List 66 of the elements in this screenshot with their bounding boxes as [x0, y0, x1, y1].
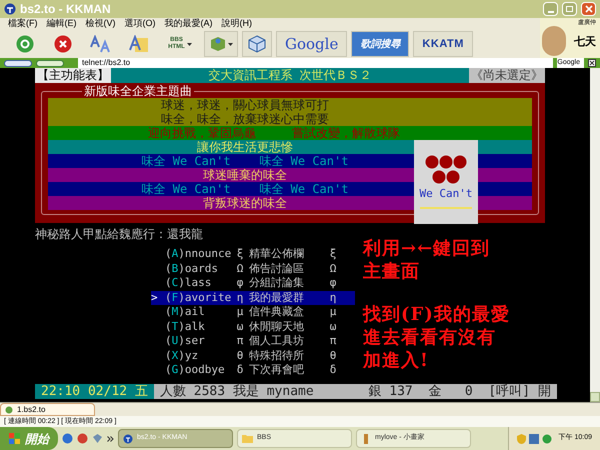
package-button[interactable]	[204, 31, 238, 57]
dots-logo-icon	[425, 155, 467, 185]
menu-option[interactable]: (T)alk ω 休閒聊天地 ω	[151, 320, 355, 334]
annotation-text: 利用→←鍵回到	[363, 237, 492, 260]
box-icon	[248, 35, 266, 53]
font-style-icon	[129, 35, 149, 53]
stop-icon	[54, 35, 72, 53]
menu-option[interactable]: (M)ail μ 信件典藏盒 μ	[151, 305, 355, 320]
connection-icon	[5, 406, 13, 414]
menu-item[interactable]: 編輯(E)	[46, 17, 76, 31]
status-info: 人數 2583 我是 myname 銀 137 金 0 [呼叫] 開	[154, 384, 557, 398]
google-button[interactable]: Google	[276, 31, 348, 57]
nav-button[interactable]	[36, 60, 64, 66]
app-tray-icon[interactable]	[542, 434, 552, 444]
minimize-button[interactable]	[543, 2, 558, 16]
cube-icon	[210, 36, 226, 52]
annotation-text: 加進入!	[363, 349, 430, 372]
annotation-text: 找到(F)我的最愛	[363, 303, 511, 326]
header-label: 《尚未選定》	[469, 68, 545, 83]
menu-option[interactable]: (U)ser π 個人工具坊 π	[151, 334, 355, 348]
box-button[interactable]	[242, 31, 272, 57]
brush-icon	[361, 434, 371, 444]
caret-icon	[186, 42, 192, 46]
close-button[interactable]	[581, 2, 596, 16]
app-icon	[123, 434, 133, 444]
nav-button[interactable]	[4, 60, 32, 66]
window-title: bs2.to - KKMAN	[20, 1, 111, 18]
browser-icon[interactable]	[62, 433, 73, 444]
avatar-placeholder	[542, 26, 566, 56]
annotation-text: 進去看看有沒有	[363, 326, 497, 349]
menu-item[interactable]: 說明(H)	[222, 17, 252, 31]
menu-item[interactable]: 檢視(V)	[86, 17, 116, 31]
menu-option[interactable]: (C)lass φ 分組討論集 φ	[151, 276, 355, 290]
media-icon[interactable]	[77, 433, 88, 444]
close-icon	[584, 5, 592, 13]
profile-caption: 七天	[574, 34, 596, 50]
notice-line: 神秘路人甲點給魏應行：還我龍	[35, 227, 204, 241]
status-clock: 22:10 02/12 五	[35, 384, 154, 398]
menu-item[interactable]: 檔案(F)	[8, 17, 38, 31]
menu-option[interactable]: (X)yz θ 特殊招待所 θ	[151, 348, 355, 363]
caret-icon	[228, 42, 232, 46]
banner-title: 新版味全企業主題曲	[82, 84, 194, 98]
chevron-icon[interactable]	[107, 436, 114, 442]
menu-item[interactable]: 我的最愛(A)	[164, 17, 212, 31]
app-icon	[4, 3, 16, 15]
gem-icon[interactable]	[92, 433, 103, 444]
annotation-text: 主畫面	[363, 260, 421, 283]
close-icon[interactable]	[588, 59, 596, 67]
scrollbar[interactable]	[590, 68, 600, 402]
header-title: 交大資訊工程系 次世代ＢＳ２	[207, 68, 373, 83]
font-size-icon	[90, 35, 112, 53]
network-icon[interactable]	[528, 434, 539, 444]
menu-option[interactable]: (B)oards Ω 佈告討論區 Ω	[151, 262, 355, 276]
menu-option[interactable]: > (F)avorite η 我的最愛群 η	[151, 290, 355, 305]
lyrics-search-button[interactable]: 歌詞搜尋	[351, 31, 410, 57]
menu-item[interactable]: 選項(O)	[124, 17, 156, 31]
folder-icon	[242, 434, 253, 443]
address-field[interactable]: telnet://bs2.to	[78, 58, 554, 68]
go-icon	[16, 35, 34, 53]
maximize-button[interactable]	[562, 2, 577, 16]
header-label: 【主功能表】	[35, 68, 111, 83]
menu-option[interactable]: (G)oodbye δ 下次再會吧 δ	[151, 363, 355, 378]
kkatm-button[interactable]: KKATM	[413, 31, 473, 57]
connection-tab[interactable]: 1.bs2.to	[0, 403, 95, 416]
windows-logo-icon	[9, 432, 21, 444]
menu-option[interactable]: (A)nnounce ξ 精華公佈欄 ξ	[151, 247, 355, 262]
